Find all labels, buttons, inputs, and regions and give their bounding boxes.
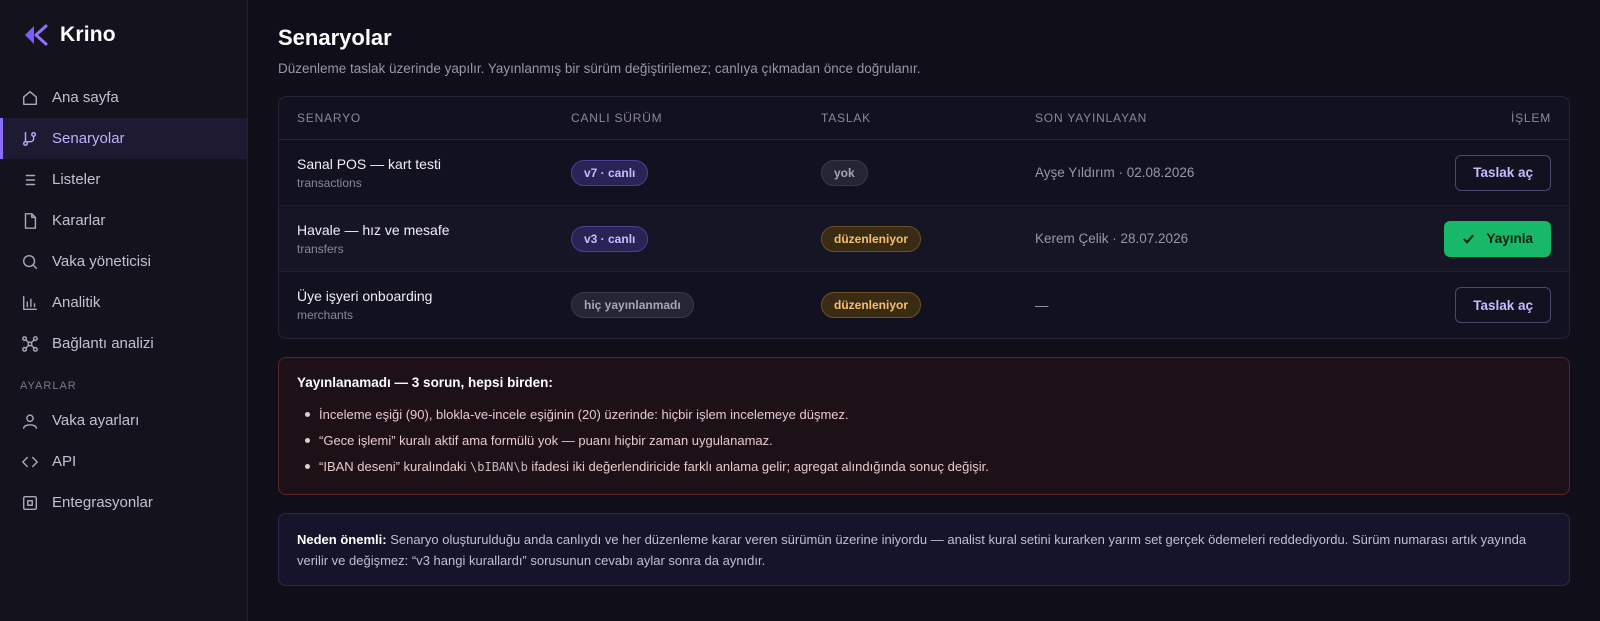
sidebar-item-api[interactable]: API [0, 441, 247, 482]
alert-item-text: “Gece işlemi” kuralı aktif ama formülü y… [319, 432, 773, 448]
sidebar-item-decisions[interactable]: Kararlar [0, 200, 247, 241]
bar-chart-icon [20, 293, 40, 313]
main-content: Senaryolar Düzenleme taslak üzerinde yap… [248, 0, 1600, 621]
column-header-last-published: SON YAYINLAYAN [1035, 111, 1148, 125]
alert-item: “Gece işlemi” kuralı aktif ama formülü y… [297, 427, 1551, 453]
last-published: Ayşe Yıldırım · 02.08.2026 [1035, 165, 1195, 180]
sidebar-item-label: Listeler [52, 171, 101, 188]
column-header-draft: TASLAK [821, 111, 871, 125]
settings-section-label: AYARLAR [20, 380, 77, 392]
scenario-source: merchants [297, 308, 354, 322]
table-row: Sanal POS — kart testi transactions v7 ·… [279, 140, 1569, 206]
publish-button-label: Yayınla [1486, 231, 1533, 246]
column-header-live-version: CANLI SÜRÜM [571, 111, 663, 125]
document-icon [20, 211, 40, 231]
table-row: Havale — hız ve mesafe transfers v3 · ca… [279, 206, 1569, 272]
alert-item-text: İnceleme eşiği (90), blokla-ve-incele eş… [319, 406, 849, 422]
open-draft-button[interactable]: Taslak aç [1455, 287, 1551, 323]
scenario-source: transactions [297, 175, 362, 190]
page-title: Senaryolar [278, 25, 392, 50]
live-version-badge: v7 · canlı [571, 159, 649, 186]
scenarios-table: SENARYO CANLI SÜRÜM TASLAK SON YAYINLAYA… [278, 96, 1570, 339]
sidebar-item-label: Analitik [52, 294, 101, 311]
scenario-name: Sanal POS — kart testi [297, 155, 441, 172]
sidebar-item-case-settings[interactable]: Vaka ayarları [0, 400, 247, 441]
sidebar-item-link-analysis[interactable]: Bağlantı analizi [0, 323, 247, 364]
sidebar-item-case-manager[interactable]: Vaka yöneticisi [0, 241, 247, 282]
regex-code: \bIBAN\b [470, 459, 528, 474]
list-icon [20, 170, 40, 190]
sidebar-item-label: Ana sayfa [52, 89, 119, 106]
logo[interactable]: Krino [0, 17, 247, 53]
sidebar-item-label: Senaryolar [52, 130, 125, 147]
alert-title: Yayınlanamadı — 3 sorun, hepsi birden: [297, 375, 553, 390]
sidebar-item-label: API [52, 453, 77, 470]
scenario-source: transfers [297, 241, 344, 256]
draft-status-badge: düzenleniyor [821, 292, 922, 318]
scenario-cell: Havale — hız ve mesafe transfers [279, 222, 571, 256]
scenario-name: Üye işyeri onboarding [297, 288, 433, 304]
sidebar-item-label: Bağlantı analizi [52, 335, 154, 352]
sidebar-item-integrations[interactable]: Entegrasyonlar [0, 482, 247, 523]
table-header: SENARYO CANLI SÜRÜM TASLAK SON YAYINLAYA… [279, 97, 1569, 140]
user-icon [20, 411, 40, 431]
draft-status-badge: yok [821, 159, 868, 186]
sidebar-item-lists[interactable]: Listeler [0, 159, 247, 200]
sidebar-item-scenarios[interactable]: Senaryolar [0, 118, 247, 159]
alert-item: “IBAN deseni” kuralındaki \bIBAN\b ifade… [297, 453, 1551, 479]
publish-button[interactable]: Yayınla [1444, 220, 1551, 257]
live-version-badge: hiç yayınlanmadı [571, 292, 694, 318]
sidebar-item-label: Vaka ayarları [52, 412, 140, 429]
scenario-cell: Üye işyeri onboarding merchants [279, 288, 571, 322]
scenario-cell: Sanal POS — kart testi transactions [279, 156, 571, 190]
sidebar-item-label: Entegrasyonlar [52, 494, 153, 511]
alert-item: İnceleme eşiği (90), blokla-ve-incele eş… [297, 401, 1551, 427]
app-name: Krino [60, 23, 116, 46]
last-published: — [1035, 297, 1049, 313]
krino-logo-icon [25, 24, 48, 46]
alert-list: İnceleme eşiği (90), blokla-ve-incele eş… [297, 401, 1551, 479]
table-row: Üye işyeri onboarding merchants hiç yayı… [279, 272, 1569, 338]
last-published: Kerem Çelik · 28.07.2026 [1035, 231, 1189, 246]
info-label: Neden önemli: [297, 532, 387, 547]
open-draft-button[interactable]: Taslak aç [1455, 154, 1551, 191]
draft-status-badge: düzenleniyor [821, 225, 922, 252]
alert-item-text: “IBAN deseni” kuralındaki \bIBAN\b ifade… [319, 458, 989, 474]
code-icon [20, 452, 40, 472]
column-header-action: İŞLEM [1510, 111, 1551, 125]
sidebar: Krino Ana sayfa Senaryolar Listeler Kara… [0, 0, 248, 621]
search-icon [20, 252, 40, 272]
home-icon [20, 88, 40, 108]
info-text: Senaryo oluşturulduğu anda canlıydı ve h… [297, 532, 1527, 568]
sidebar-item-analytics[interactable]: Analitik [0, 282, 247, 323]
sidebar-item-home[interactable]: Ana sayfa [0, 77, 247, 118]
info-callout: Neden önemli: Senaryo oluşturulduğu anda… [278, 513, 1570, 586]
publish-error-alert: Yayınlanamadı — 3 sorun, hepsi birden: İ… [278, 357, 1570, 495]
scenario-name: Havale — hız ve mesafe [297, 221, 450, 238]
sidebar-nav: Ana sayfa Senaryolar Listeler Kararlar V… [0, 77, 247, 523]
live-version-badge: v3 · canlı [571, 225, 649, 252]
check-icon [1463, 234, 1475, 244]
column-header-scenario: SENARYO [297, 111, 362, 125]
sidebar-item-label: Vaka yöneticisi [52, 253, 151, 270]
chip-icon [20, 493, 40, 513]
network-icon [20, 334, 40, 354]
branch-icon [20, 129, 40, 149]
page-subtitle: Düzenleme taslak üzerinde yapılır. Yayın… [278, 61, 921, 76]
sidebar-item-label: Kararlar [52, 212, 106, 229]
